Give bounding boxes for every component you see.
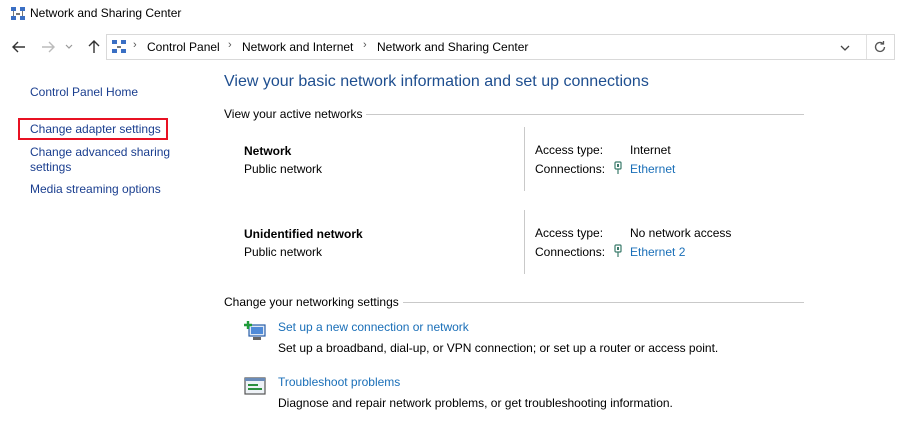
- troubleshoot-icon: [244, 377, 266, 395]
- access-type-value: No network access: [630, 226, 732, 240]
- recent-locations-button[interactable]: [62, 37, 76, 57]
- address-bar[interactable]: › Control Panel › Network and Internet ›…: [106, 34, 895, 60]
- access-type-value: Internet: [630, 143, 671, 157]
- refresh-button[interactable]: [873, 40, 889, 56]
- breadcrumb-separator-icon: ›: [133, 39, 137, 51]
- section-label-networking-settings: Change your networking settings: [224, 295, 399, 309]
- breadcrumb-separator-icon: ›: [228, 39, 232, 51]
- refresh-icon: [874, 41, 886, 53]
- section-label-active-networks: View your active networks: [224, 107, 363, 121]
- breadcrumb-network-sharing-center[interactable]: Network and Sharing Center: [377, 40, 528, 54]
- breadcrumb-separator-icon: ›: [363, 39, 367, 51]
- connection-ethernet-link[interactable]: Ethernet: [630, 162, 675, 176]
- up-arrow-icon: [88, 40, 100, 53]
- sidebar-item-change-advanced-sharing-cont[interactable]: settings: [30, 160, 71, 174]
- sidebar-item-control-panel-home[interactable]: Control Panel Home: [30, 85, 138, 99]
- connection-ethernet-2-link[interactable]: Ethernet 2: [630, 245, 685, 259]
- network-divider: [524, 210, 525, 274]
- chevron-down-icon: [840, 45, 850, 51]
- page-title: View your basic network information and …: [224, 73, 649, 90]
- highlight-box: [18, 118, 168, 140]
- title-bar: Network and Sharing Center: [0, 0, 911, 28]
- up-button[interactable]: [84, 37, 104, 57]
- breadcrumb-network-internet[interactable]: Network and Internet: [242, 40, 353, 54]
- network-divider: [524, 127, 525, 191]
- connections-label: Connections:: [535, 162, 606, 176]
- forward-button[interactable]: [38, 37, 58, 57]
- new-connection-icon: [244, 321, 266, 340]
- window-title: Network and Sharing Center: [30, 6, 182, 20]
- chevron-down-icon: [65, 44, 73, 49]
- network-category[interactable]: Public network: [244, 245, 322, 259]
- section-divider: [366, 114, 804, 115]
- network-category[interactable]: Public network: [244, 162, 322, 176]
- back-arrow-icon: [12, 41, 25, 53]
- section-divider: [403, 302, 804, 303]
- back-button[interactable]: [9, 37, 29, 57]
- access-type-label: Access type:: [535, 143, 604, 157]
- breadcrumb-control-panel[interactable]: Control Panel: [147, 40, 220, 54]
- access-type-label: Access type:: [535, 226, 604, 240]
- ethernet-icon: [614, 161, 622, 174]
- address-divider: [866, 35, 867, 59]
- network-name: Network: [244, 144, 292, 158]
- connections-label: Connections:: [535, 245, 606, 259]
- network-center-icon: [112, 40, 126, 53]
- setup-connection-description: Set up a broadband, dial-up, or VPN conn…: [278, 341, 719, 355]
- forward-arrow-icon: [42, 41, 55, 53]
- network-center-icon: [11, 7, 25, 20]
- address-dropdown-button[interactable]: [840, 41, 858, 55]
- setup-connection-link[interactable]: Set up a new connection or network: [278, 320, 469, 334]
- sidebar-item-media-streaming[interactable]: Media streaming options: [30, 182, 161, 196]
- troubleshoot-description: Diagnose and repair network problems, or…: [278, 396, 673, 410]
- troubleshoot-link[interactable]: Troubleshoot problems: [278, 375, 400, 389]
- sidebar-item-change-advanced-sharing[interactable]: Change advanced sharing: [30, 145, 170, 159]
- network-name: Unidentified network: [244, 227, 363, 241]
- ethernet-icon: [614, 244, 622, 257]
